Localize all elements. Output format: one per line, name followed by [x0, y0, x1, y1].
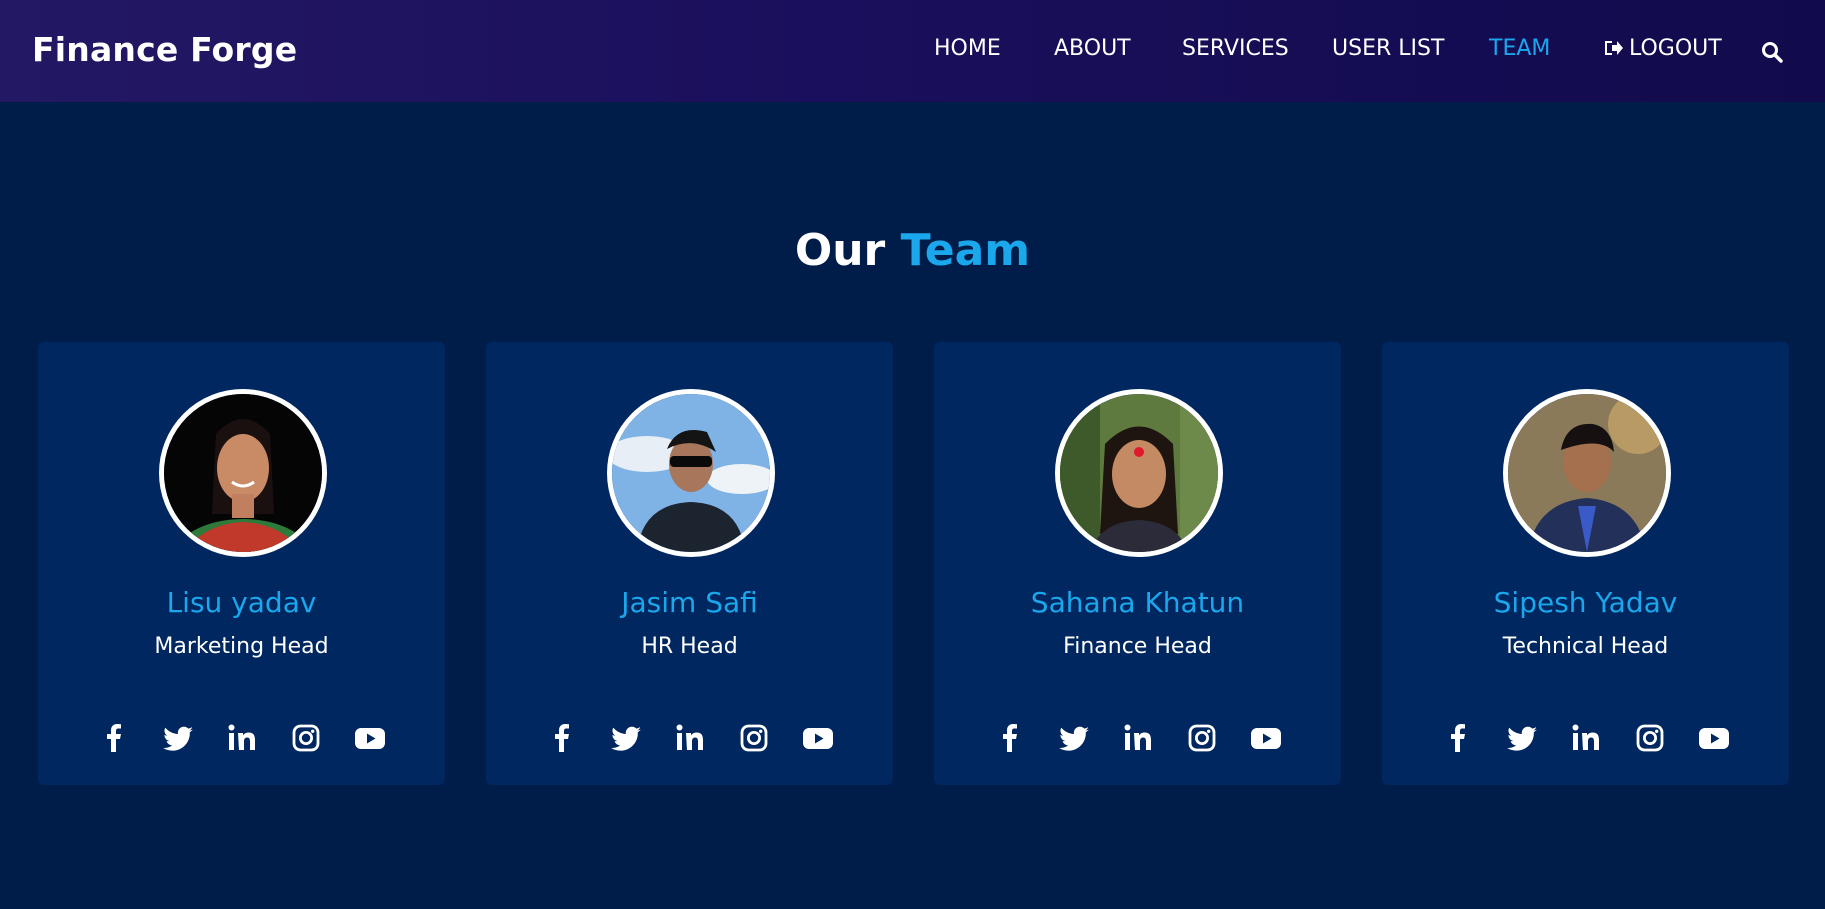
- avatar: [1503, 389, 1671, 557]
- member-role: HR Head: [641, 634, 738, 659]
- nav-about[interactable]: ABOUT: [1054, 36, 1131, 61]
- twitter-icon[interactable]: [1057, 722, 1091, 754]
- facebook-icon[interactable]: [993, 722, 1027, 754]
- avatar: [1055, 389, 1223, 557]
- team-card: Lisu yadav Marketing Head: [38, 342, 445, 785]
- linkedin-icon[interactable]: [673, 722, 707, 754]
- instagram-icon[interactable]: [289, 722, 323, 754]
- member-role: Marketing Head: [154, 634, 329, 659]
- youtube-icon[interactable]: [801, 722, 835, 754]
- avatar: [159, 389, 327, 557]
- team-card: Sipesh Yadav Technical Head: [1382, 342, 1789, 785]
- twitter-icon[interactable]: [609, 722, 643, 754]
- team-card: Sahana Khatun Finance Head: [934, 342, 1341, 785]
- member-name: Jasim Safi: [621, 586, 758, 619]
- section-title-part2: Team: [900, 225, 1031, 276]
- member-name: Lisu yadav: [166, 586, 317, 619]
- twitter-icon[interactable]: [1505, 722, 1539, 754]
- social-links: [486, 722, 893, 756]
- youtube-icon[interactable]: [1249, 722, 1283, 754]
- nav-home[interactable]: HOME: [934, 36, 1001, 61]
- social-links: [934, 722, 1341, 756]
- instagram-icon[interactable]: [1633, 722, 1667, 754]
- nav-menu: HOME ABOUT SERVICES USER LIST TEAM LOGOU…: [0, 0, 1825, 102]
- member-role: Technical Head: [1502, 634, 1669, 659]
- nav-user-list[interactable]: USER LIST: [1332, 36, 1444, 61]
- member-role: Finance Head: [1063, 634, 1212, 659]
- nav-logout-label: LOGOUT: [1629, 36, 1722, 61]
- youtube-icon[interactable]: [1697, 722, 1731, 754]
- facebook-icon[interactable]: [1441, 722, 1475, 754]
- facebook-icon[interactable]: [545, 722, 579, 754]
- instagram-icon[interactable]: [1185, 722, 1219, 754]
- avatar: [607, 389, 775, 557]
- section-title-part1: Our: [794, 225, 886, 276]
- member-name: Sipesh Yadav: [1493, 586, 1678, 619]
- nav-team[interactable]: TEAM: [1489, 36, 1550, 61]
- twitter-icon[interactable]: [161, 722, 195, 754]
- search-icon[interactable]: [1761, 41, 1783, 63]
- facebook-icon[interactable]: [97, 722, 131, 754]
- social-links: [38, 722, 445, 756]
- nav-services[interactable]: SERVICES: [1182, 36, 1289, 61]
- linkedin-icon[interactable]: [225, 722, 259, 754]
- member-name: Sahana Khatun: [1030, 586, 1245, 619]
- top-navbar: Finance Forge HOME ABOUT SERVICES USER L…: [0, 0, 1825, 102]
- linkedin-icon[interactable]: [1569, 722, 1603, 754]
- section-title: Our Team: [0, 225, 1825, 276]
- nav-logout[interactable]: LOGOUT: [1603, 36, 1722, 61]
- linkedin-icon[interactable]: [1121, 722, 1155, 754]
- sign-out-icon: [1605, 41, 1623, 55]
- youtube-icon[interactable]: [353, 722, 387, 754]
- instagram-icon[interactable]: [737, 722, 771, 754]
- team-card: Jasim Safi HR Head: [486, 342, 893, 785]
- social-links: [1382, 722, 1789, 756]
